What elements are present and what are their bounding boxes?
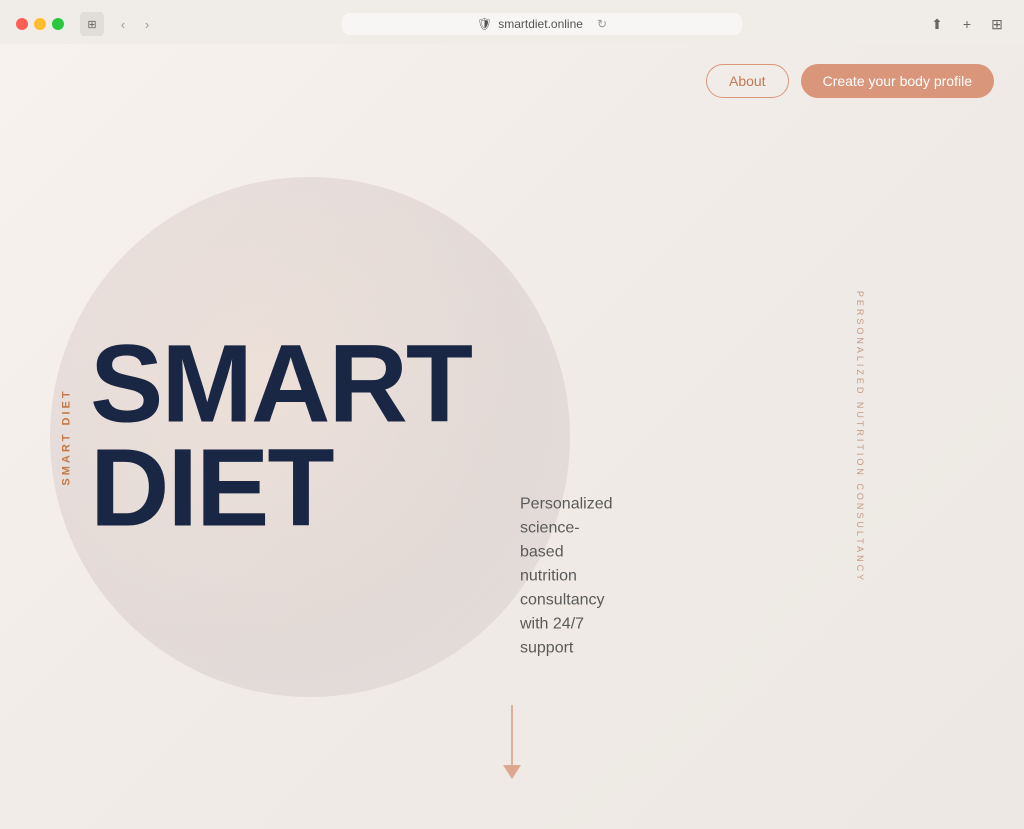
cta-button[interactable]: Create your body profile xyxy=(801,64,994,98)
brand-vertical-left: SMART DIET xyxy=(61,388,73,485)
security-icon: 🛡 xyxy=(477,17,492,31)
window-controls-icon[interactable]: ⊞ xyxy=(80,12,104,36)
about-button[interactable]: About xyxy=(706,64,789,98)
arrow-line xyxy=(511,705,513,765)
traffic-lights xyxy=(16,18,64,30)
hero-line1: SMART xyxy=(90,332,471,437)
nav-buttons: ‹ › xyxy=(112,13,158,35)
url-text: smartdiet.online xyxy=(498,17,583,31)
close-button[interactable] xyxy=(16,18,28,30)
arrow-head xyxy=(503,765,521,779)
brand-vertical-right: PERSONALIZED NUTRITION CONSULTANCY xyxy=(855,290,865,582)
hero-tagline: Personalized science-based nutrition con… xyxy=(520,492,613,660)
forward-button[interactable]: › xyxy=(136,13,158,35)
scroll-arrow[interactable] xyxy=(503,705,521,779)
hero-line2: DIET xyxy=(90,437,471,542)
fullscreen-button[interactable] xyxy=(52,18,64,30)
toolbar-right: ⬆ + ⊞ xyxy=(926,13,1008,35)
reload-icon[interactable]: ↻ xyxy=(597,17,607,31)
main-content: SMART DIET Personalized science-based nu… xyxy=(90,332,471,541)
back-button[interactable]: ‹ xyxy=(112,13,134,35)
browser-chrome: ⊞ ‹ › 🛡 smartdiet.online ↻ ⬆ + ⊞ xyxy=(0,0,1024,44)
nav-area: About Create your body profile xyxy=(706,64,994,98)
minimize-button[interactable] xyxy=(34,18,46,30)
share-icon[interactable]: ⬆ xyxy=(926,13,948,35)
new-tab-icon[interactable]: + xyxy=(956,13,978,35)
address-bar[interactable]: 🛡 smartdiet.online ↻ xyxy=(342,13,742,35)
hero-title: SMART DIET xyxy=(90,332,471,541)
grid-icon[interactable]: ⊞ xyxy=(986,13,1008,35)
webpage: SMART DIET PERSONALIZED NUTRITION CONSUL… xyxy=(0,44,1024,829)
title-bar: ⊞ ‹ › 🛡 smartdiet.online ↻ ⬆ + ⊞ xyxy=(0,0,1024,44)
